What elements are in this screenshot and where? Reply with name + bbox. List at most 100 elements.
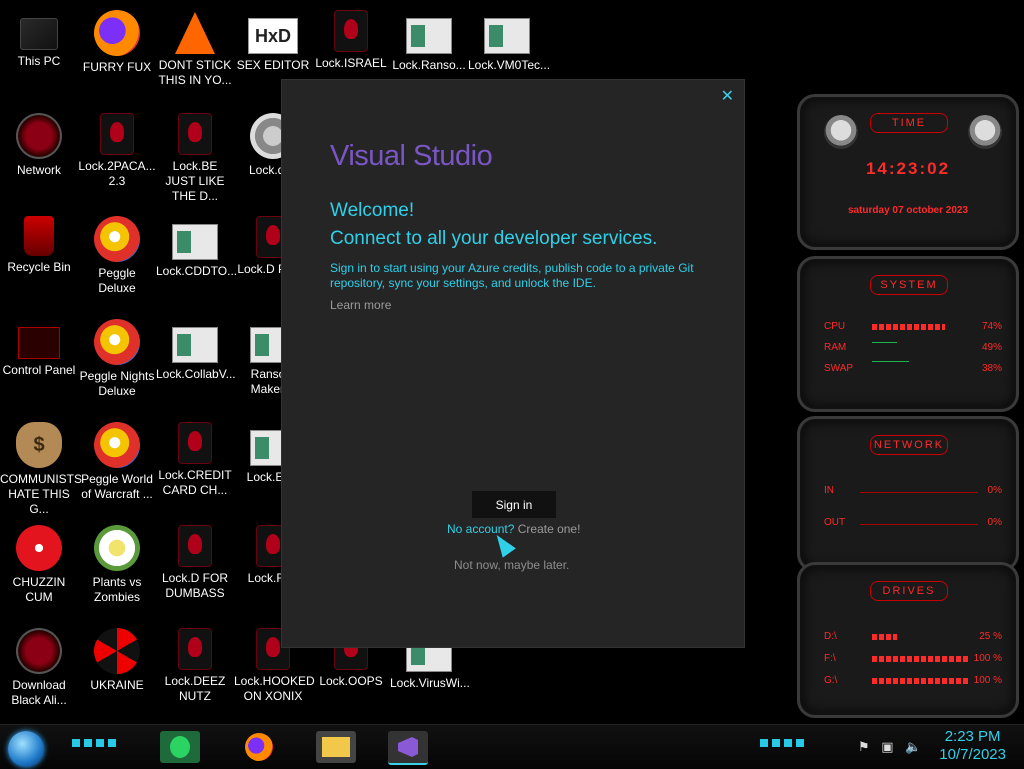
- network-in-value: 0%: [987, 485, 1002, 496]
- gadget-clock: 14:23:02: [865, 159, 951, 178]
- drive-g-label: G:\: [824, 675, 838, 686]
- radiation-icon: [94, 628, 140, 674]
- swap-bar: [872, 361, 909, 362]
- taskbar-decoration: [760, 739, 804, 747]
- action-center-flag-icon[interactable]: ⚑: [858, 739, 870, 754]
- desktop-icon-this-pc[interactable]: This PC: [0, 10, 78, 69]
- taskbar-file-explorer[interactable]: [316, 731, 356, 763]
- desktop-icon-lock-deez-nutz[interactable]: Lock.DEEZ NUTZ: [156, 628, 234, 704]
- alien-lock-icon: [178, 113, 212, 155]
- desktop-icon-plants-vs-zombies[interactable]: Plants vs Zombies: [78, 525, 156, 605]
- drive-f-label: F:\: [824, 653, 836, 664]
- desktop-icon-lock-ranso[interactable]: Lock.Ranso...: [390, 10, 468, 73]
- desktop-icon-lock-collabv[interactable]: Lock.CollabV...: [156, 319, 236, 382]
- ram-label: RAM: [824, 342, 847, 353]
- time-gadget-title: TIME: [870, 113, 948, 133]
- ram-bar: [872, 342, 897, 343]
- drives-gadget-title: DRIVES: [870, 581, 948, 601]
- desktop-icon-sex-editor[interactable]: HxD SEX EDITOR: [234, 10, 312, 73]
- alien-lock-icon: [100, 113, 134, 155]
- gadget-date: saturday 07 october 2023: [847, 205, 969, 216]
- network-in-label: IN: [824, 485, 834, 496]
- alien-globe-icon: [16, 628, 62, 674]
- desktop-icon-furry-fux[interactable]: FURRY FUX: [78, 10, 156, 75]
- desktop-icon-lock-be-just[interactable]: Lock.BE JUST LIKE THE D...: [156, 113, 234, 204]
- desktop-icon-peggle-wow[interactable]: Peggle World of Warcraft ...: [78, 422, 156, 502]
- alien-lock-icon: [178, 422, 212, 464]
- start-button[interactable]: [8, 731, 44, 767]
- desktop-icon-peggle-nights[interactable]: Peggle Nights Deluxe: [78, 319, 156, 399]
- no-account-line: No account? Create one!: [447, 522, 580, 536]
- desktop-icon-lock-credit-card[interactable]: Lock.CREDIT CARD CH...: [156, 422, 234, 498]
- ram-value: 49%: [981, 342, 1002, 353]
- visual-studio-logo: Visual Studio: [330, 140, 493, 172]
- alien-lock-icon: [178, 525, 212, 567]
- system-tray: ⚑ ▣ 🔈: [858, 739, 929, 755]
- cpu-bar: [872, 324, 945, 330]
- network-in-graph: [860, 492, 978, 493]
- network-icon[interactable]: ▣: [881, 739, 893, 754]
- drive-g-value: 100 %: [973, 675, 1002, 686]
- desktop-icon-chuzzin[interactable]: CHUZZIN CUM: [0, 525, 78, 605]
- desktop-icon-recycle-bin[interactable]: Recycle Bin: [0, 216, 78, 275]
- connect-heading: Connect to all your developer services.: [330, 228, 658, 249]
- control-panel-icon: [18, 327, 60, 359]
- desktop-icon-lock-vm0tec[interactable]: Lock.VM0Tec...: [468, 10, 550, 73]
- network-out-label: OUT: [824, 517, 846, 528]
- desktop-icon-lock-2paca[interactable]: Lock.2PACA... 2.3: [78, 113, 156, 189]
- drive-d-bar: [872, 634, 897, 640]
- time-gadget: TIME 14:23:02 saturday 07 october 2023: [797, 94, 1019, 250]
- swap-value: 38%: [981, 363, 1002, 374]
- network-out-value: 0%: [987, 517, 1002, 528]
- desktop-icon-lock-cddto[interactable]: Lock.CDDTO...: [156, 216, 237, 279]
- visual-studio-icon: [398, 737, 418, 757]
- drive-d-label: D:\: [824, 631, 837, 642]
- desktop-icon-communists[interactable]: $ COMMUNISTS HATE THIS G...: [0, 422, 82, 517]
- desktop-icon-ukraine[interactable]: UKRAINE: [78, 628, 156, 693]
- taskbar-clock[interactable]: 2:23 PM 10/7/2023: [939, 728, 1006, 764]
- alien-head-icon: [968, 115, 1002, 149]
- peggle-icon: [94, 422, 140, 468]
- taskbar-visual-studio[interactable]: [388, 731, 428, 765]
- plants-vs-zombies-icon: [94, 525, 140, 571]
- learn-more-link[interactable]: Learn more: [330, 298, 391, 312]
- vlc-cone-icon: [175, 12, 215, 54]
- desktop-icon-lock-israel[interactable]: Lock.ISRAEL: [312, 10, 390, 71]
- hxd-editor-icon: HxD: [248, 18, 298, 54]
- taskbar-decoration: [72, 739, 116, 747]
- desktop-icon-dont-stick[interactable]: DONT STICK THIS IN YO...: [156, 10, 234, 88]
- network-gadget: NETWORK IN 0% OUT 0%: [797, 416, 1019, 572]
- taskbar-firefox[interactable]: [240, 731, 280, 763]
- volume-icon[interactable]: 🔈: [905, 739, 921, 754]
- desktop-icon-download-black-ali[interactable]: Download Black Ali...: [0, 628, 78, 708]
- file-explorer-icon: [322, 737, 350, 757]
- welcome-heading: Welcome!: [330, 200, 415, 221]
- close-icon[interactable]: ✕: [721, 86, 734, 106]
- recycle-bin-icon: [24, 216, 54, 256]
- taskbar-date: 10/7/2023: [939, 746, 1006, 763]
- taskbar-sticky-notes[interactable]: [160, 731, 200, 763]
- desktop-icon-control-panel[interactable]: Control Panel: [0, 319, 78, 378]
- drive-f-value: 100 %: [973, 653, 1002, 664]
- sticky-notes-icon: [170, 736, 190, 758]
- desktop-icon-lock-d-for-dumbass[interactable]: Lock.D FOR DUMBASS: [156, 525, 234, 601]
- network-out-graph: [860, 524, 978, 525]
- alien-lock-icon: [334, 10, 368, 52]
- firefox-icon: [245, 733, 273, 761]
- not-now-link[interactable]: Not now, maybe later.: [454, 558, 569, 572]
- chuzzle-icon: [16, 525, 62, 571]
- drive-g-bar: [872, 678, 970, 684]
- sign-in-button[interactable]: Sign in: [472, 491, 556, 518]
- desktop-icon-network[interactable]: Network: [0, 113, 78, 178]
- drives-gadget: DRIVES D:\ 25 % F:\ 100 % G:\ 100 %: [797, 562, 1019, 718]
- window-app-icon: [484, 18, 530, 54]
- system-gadget: SYSTEM CPU 74% RAM 49% SWAP 38%: [797, 256, 1019, 412]
- window-app-icon: [172, 327, 218, 363]
- visual-studio-signin-dialog: ✕ Visual Studio Welcome! Connect to all …: [281, 79, 745, 648]
- cpu-value: 74%: [981, 321, 1002, 332]
- alien-lock-icon: [178, 628, 212, 670]
- create-account-link[interactable]: Create one!: [518, 522, 581, 536]
- money-bag-icon: $: [16, 422, 62, 468]
- desktop-icon-peggle-deluxe[interactable]: Peggle Deluxe: [78, 216, 156, 296]
- peggle-icon: [94, 319, 140, 365]
